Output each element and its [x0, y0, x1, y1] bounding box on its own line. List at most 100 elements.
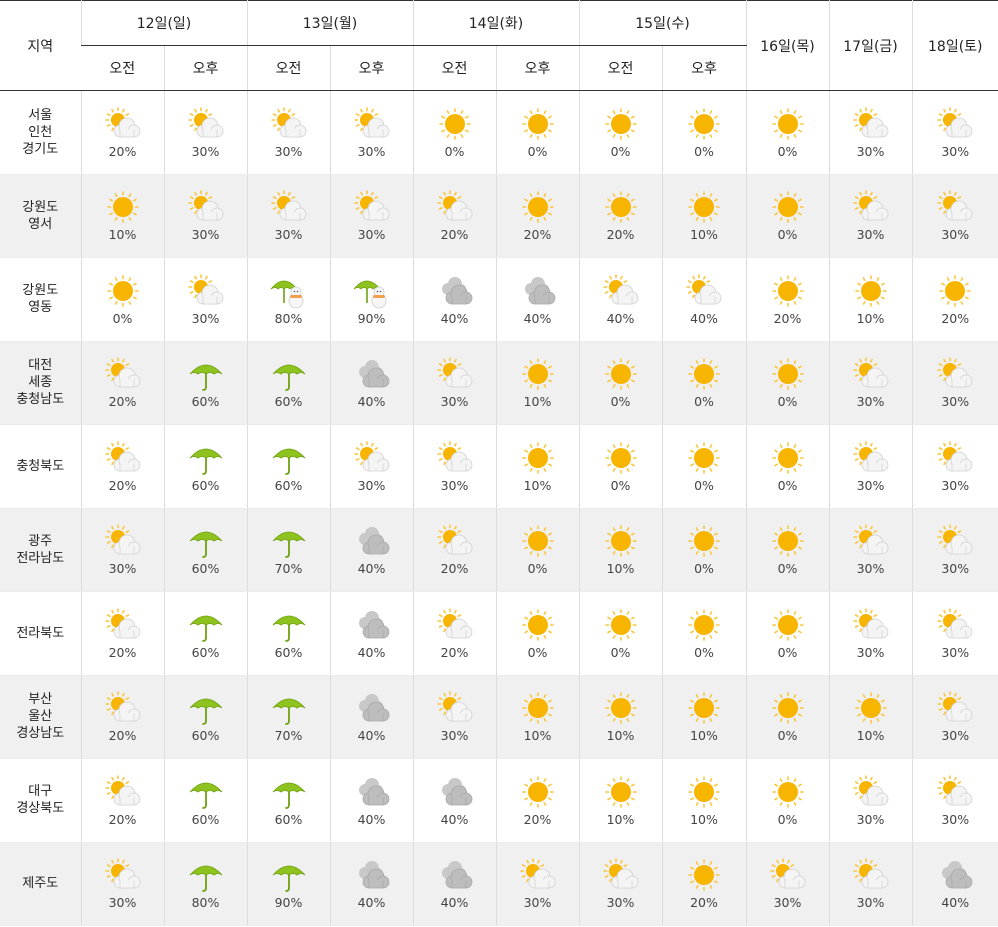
- forecast-cell: 30%: [80, 842, 164, 926]
- precip-probability: 20%: [773, 310, 802, 326]
- sun-cloud-icon: [104, 524, 140, 555]
- precip-probability: 0%: [777, 143, 798, 159]
- region-name: 울산: [28, 709, 53, 725]
- forecast-cell: 0%: [745, 90, 829, 175]
- sun-icon: [604, 775, 637, 808]
- precip-probability: 60%: [191, 394, 220, 410]
- forecast-cell: 30%: [412, 424, 496, 509]
- forecast-cell: 80%: [246, 257, 330, 342]
- am-header: 오전: [578, 45, 662, 91]
- forecast-cell: 0%: [745, 174, 829, 258]
- precip-probability: 30%: [941, 477, 970, 493]
- forecast-cell: 10%: [578, 675, 662, 759]
- precip-probability: 60%: [274, 644, 303, 660]
- forecast-cell: 0%: [661, 90, 746, 175]
- forecast-cell: 90%: [329, 257, 413, 342]
- sun-icon: [771, 692, 804, 725]
- forecast-cell: 80%: [163, 842, 247, 926]
- cloud-icon: [441, 276, 472, 305]
- region-name: 경기도: [22, 141, 59, 157]
- umbrella-icon: [189, 364, 222, 392]
- sun-icon: [604, 692, 637, 725]
- sun-cloud-icon: [187, 273, 223, 305]
- precip-probability: 0%: [777, 394, 798, 410]
- sun-cloud-icon: [104, 774, 140, 806]
- forecast-cell: 30%: [163, 257, 247, 342]
- sun-icon: [771, 608, 804, 641]
- region-name: 전라남도: [16, 550, 65, 566]
- forecast-cell: 40%: [329, 508, 413, 592]
- region-cell: 강원도 영서: [0, 174, 81, 258]
- sun-icon: [771, 358, 804, 391]
- precip-probability: 30%: [856, 477, 885, 493]
- am-header: 오전: [246, 45, 330, 91]
- precip-probability: 30%: [440, 728, 469, 744]
- sun-cloud-icon: [104, 106, 140, 138]
- precip-probability: 30%: [856, 227, 885, 243]
- forecast-cell: 40%: [412, 257, 496, 342]
- precip-probability: 0%: [610, 644, 631, 660]
- forecast-cell: 10%: [495, 341, 579, 425]
- sun-cloud-icon: [602, 858, 638, 889]
- region-name: 강원도: [22, 199, 59, 215]
- forecast-cell: 0%: [578, 591, 662, 676]
- precip-probability: 10%: [856, 728, 885, 744]
- precip-probability: 60%: [191, 728, 220, 744]
- sun-cloud-icon: [104, 858, 140, 889]
- cloud-icon: [441, 861, 472, 889]
- precip-probability: 30%: [108, 895, 137, 911]
- day-header: 18일(토): [911, 0, 998, 91]
- forecast-cell: 40%: [329, 842, 413, 926]
- precip-probability: 30%: [357, 143, 386, 159]
- forecast-cell: 20%: [80, 675, 164, 759]
- precip-probability: 40%: [523, 310, 552, 326]
- forecast-cell: 0%: [661, 424, 746, 509]
- day-header: 15일(수): [578, 0, 746, 46]
- cloud-icon: [358, 360, 389, 388]
- precip-probability: 40%: [357, 811, 386, 827]
- day-header: 12일(일): [80, 0, 247, 46]
- umbrella-icon: [272, 448, 305, 475]
- table-body: 서울 인천 경기도 20% 30% 30% 30% 0% 0% 0% 0% 0% 30% 30…: [0, 90, 998, 926]
- forecast-cell: 30%: [911, 675, 998, 759]
- precip-probability: 60%: [274, 477, 303, 493]
- sun-icon: [604, 358, 637, 391]
- region-cell: 광주 전라남도: [0, 508, 81, 592]
- region-cell: 강원도 영동: [0, 257, 81, 342]
- sun-cloud-icon: [937, 607, 973, 639]
- precip-probability: 20%: [108, 644, 137, 660]
- umbrella-snowman-icon: [353, 280, 386, 309]
- forecast-cell: 40%: [578, 257, 662, 342]
- table-row: 서울 인천 경기도 20% 30% 30% 30% 0% 0% 0% 0% 0% 30% 30…: [0, 90, 998, 175]
- forecast-cell: 0%: [80, 257, 164, 342]
- precip-probability: 0%: [777, 811, 798, 827]
- sun-cloud-icon: [104, 357, 140, 388]
- umbrella-icon: [189, 615, 222, 642]
- precip-probability: 60%: [191, 477, 220, 493]
- sun-icon: [771, 775, 804, 808]
- sun-cloud-icon: [686, 273, 722, 305]
- umbrella-icon: [189, 782, 222, 809]
- precip-probability: 40%: [357, 644, 386, 660]
- forecast-cell: 70%: [246, 508, 330, 592]
- forecast-cell: 60%: [163, 758, 247, 843]
- forecast-cell: 20%: [80, 591, 164, 676]
- sun-cloud-icon: [937, 357, 973, 388]
- precip-probability: 20%: [440, 227, 469, 243]
- forecast-cell: 40%: [412, 758, 496, 843]
- region-cell: 대전 세종 충청남도: [0, 341, 81, 425]
- precip-probability: 60%: [274, 394, 303, 410]
- sun-cloud-icon: [187, 106, 223, 138]
- precip-probability: 10%: [523, 728, 552, 744]
- region-name: 대구: [28, 784, 53, 800]
- forecast-cell: 30%: [163, 90, 247, 175]
- sun-icon: [688, 441, 720, 474]
- table-row: 대구 경상북도 20% 60% 60% 40% 40% 20% 10% 10% 0% 30…: [0, 758, 998, 843]
- forecast-cell: 30%: [911, 758, 998, 843]
- precip-probability: 30%: [108, 561, 137, 577]
- forecast-cell: 10%: [578, 508, 662, 592]
- precip-probability: 10%: [606, 728, 635, 744]
- precip-probability: 20%: [108, 477, 137, 493]
- region-column-header: 지역: [0, 0, 81, 91]
- sun-icon: [604, 525, 637, 558]
